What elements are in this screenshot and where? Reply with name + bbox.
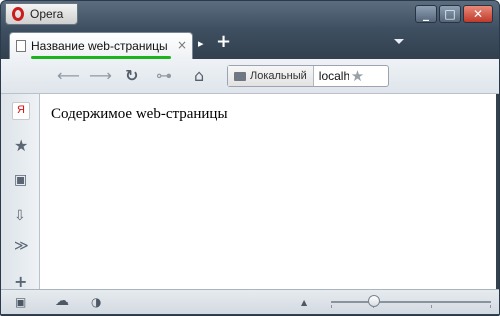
tab-menu-chevron-down-icon[interactable] bbox=[394, 39, 404, 44]
zoom-slider-track[interactable] bbox=[331, 301, 491, 303]
document-icon bbox=[16, 40, 26, 52]
tab-scroll-arrow-icon[interactable]: ▸ bbox=[198, 37, 204, 50]
address-security-badge[interactable]: Локальный bbox=[228, 66, 314, 86]
page-content: Содержимое web-страницы bbox=[40, 94, 496, 289]
tab-active[interactable]: Название web-страницы × bbox=[9, 32, 193, 59]
title-bar: Opera _ □ ✕ bbox=[1, 1, 499, 29]
downloads-icon[interactable]: ⇩ bbox=[14, 208, 26, 224]
opera-menu-button[interactable]: Opera bbox=[5, 3, 78, 25]
new-tab-button[interactable]: + bbox=[216, 33, 231, 51]
status-bar: ▣ ☁ ◑ ▲ bbox=[1, 289, 499, 314]
address-input[interactable]: localhost bbox=[319, 69, 349, 83]
tab-close-icon[interactable]: × bbox=[177, 38, 187, 52]
zoom-slider-thumb[interactable] bbox=[368, 295, 380, 307]
home-icon[interactable]: ⌂ bbox=[194, 66, 204, 85]
side-panel: Я ★ ▣ ⇩ ≫ + bbox=[1, 94, 40, 291]
opera-menu-label: Opera bbox=[30, 7, 64, 21]
key-icon[interactable]: ⊶ bbox=[156, 66, 172, 85]
address-bar[interactable]: Локальный localhost ★ bbox=[227, 65, 389, 87]
close-window-button[interactable]: ✕ bbox=[463, 5, 493, 23]
more-chevron-icon[interactable]: ≫ bbox=[14, 238, 29, 254]
minimize-button[interactable]: _ bbox=[415, 5, 437, 23]
navigation-toolbar: ⟵ ⟶ ↻ ⊶ ⌂ Локальный localhost ★ bbox=[1, 59, 499, 94]
up-arrow-icon[interactable]: ▲ bbox=[301, 298, 307, 307]
turbo-speed-icon[interactable]: ◑ bbox=[91, 295, 101, 309]
reload-icon[interactable]: ↻ bbox=[125, 66, 138, 85]
address-badge-label: Локальный bbox=[250, 70, 307, 82]
zoom-tick bbox=[490, 305, 491, 308]
cloud-icon[interactable]: ☁ bbox=[55, 293, 69, 309]
window-controls: _ □ ✕ bbox=[415, 5, 493, 23]
zoom-tick bbox=[431, 305, 432, 308]
forward-arrow-icon[interactable]: ⟶ bbox=[89, 66, 112, 85]
bookmarks-star-icon[interactable]: ★ bbox=[14, 136, 28, 155]
monitor-icon bbox=[234, 71, 246, 81]
panel-toggle-icon[interactable]: ▣ bbox=[15, 295, 26, 309]
notes-icon[interactable]: ▣ bbox=[14, 172, 27, 188]
browser-window: Opera _ □ ✕ Название web-страницы × ▸ + … bbox=[0, 0, 500, 316]
tab-title: Название web-страницы bbox=[31, 39, 168, 53]
tab-bar: Название web-страницы × bbox=[1, 29, 499, 59]
bookmark-star-icon[interactable]: ★ bbox=[351, 67, 364, 85]
page-body-text: Содержимое web-страницы bbox=[51, 106, 228, 122]
back-arrow-icon[interactable]: ⟵ bbox=[57, 66, 80, 85]
maximize-button[interactable]: □ bbox=[439, 5, 461, 23]
yandex-icon[interactable]: Я bbox=[12, 102, 30, 120]
opera-logo-icon bbox=[12, 7, 24, 21]
zoom-tick bbox=[331, 305, 332, 308]
